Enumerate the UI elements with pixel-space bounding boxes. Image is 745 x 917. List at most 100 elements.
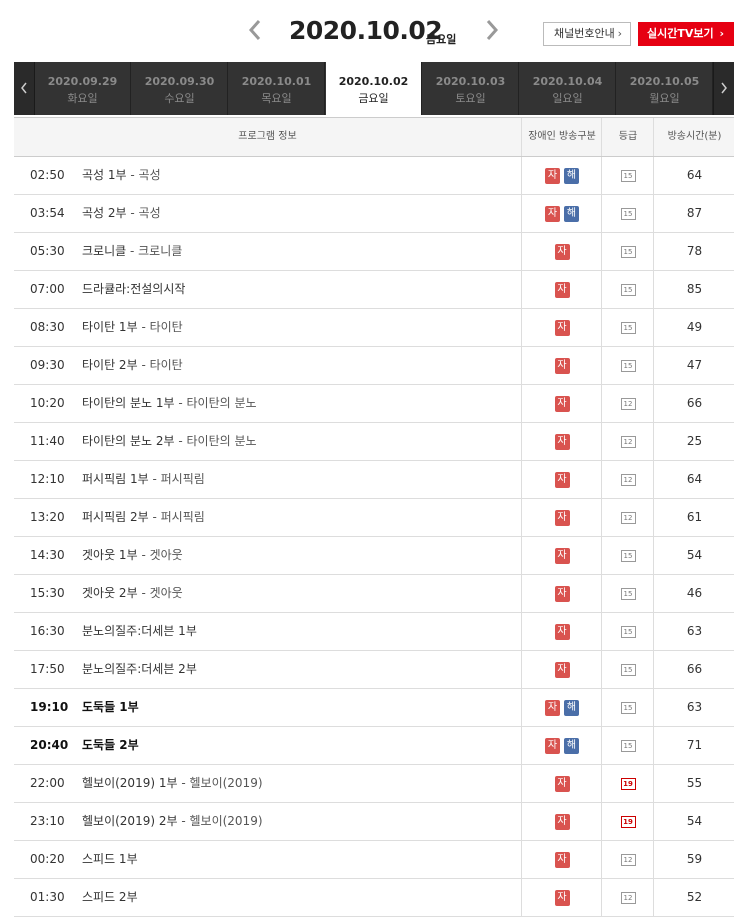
program-time: 05:30 [30,244,65,258]
date-tab[interactable]: 2020.10.04 일요일 [520,62,616,115]
title-separator: - [174,434,187,448]
schedule-table: 프로그램 정보 장애인 방송구분 등급 방송시간(분) 02:50 곡성 1부 -… [14,117,734,917]
program-title-cell[interactable]: 스피드 1부 [82,841,138,878]
program-duration: 85 [653,271,735,308]
program-title-cell[interactable]: 곡성 1부 - 곡성 [82,157,161,194]
table-row[interactable]: 13:20 퍼시픽림 2부 - 퍼시픽림 자 12 61 [14,499,734,537]
program-title-cell[interactable]: 겟아웃 2부 - 겟아웃 [82,575,183,612]
program-title-cell[interactable]: 분노의질주:더세븐 1부 [82,613,197,650]
next-day-arrow-icon[interactable] [484,18,508,48]
program-title: 헬보이(2019) 2부 [82,814,178,828]
current-date: 2020.10.02 [289,16,443,45]
date-tab[interactable]: 2020.10.05 월요일 [617,62,713,115]
table-row[interactable]: 09:30 타이탄 2부 - 타이탄 자 15 47 [14,347,734,385]
grade-cell: 19 [601,765,654,802]
program-title-cell[interactable]: 드라큘라:전설의시작 [82,271,185,308]
age-rating-icon: 15 [620,549,636,562]
program-title-cell[interactable]: 타이탄 1부 - 타이탄 [82,309,183,346]
channel-number-guide-button[interactable]: 채널번호안내 › [543,22,631,46]
program-subtitle: 타이탄의 분노 [186,396,257,410]
commentary-badge: 해 [564,737,579,754]
table-row[interactable]: 07:00 드라큘라:전설의시작 자 15 85 [14,271,734,309]
subtitle-badge: 자 [554,623,570,640]
date-tab-date: 2020.10.03 [435,75,506,88]
date-tab[interactable]: 2020.09.30 수요일 [132,62,228,115]
date-tab[interactable]: 2020.09.29 화요일 [35,62,131,115]
table-row[interactable]: 22:00 헬보이(2019) 1부 - 헬보이(2019) 자 19 55 [14,765,734,803]
program-subtitle: 퍼시픽림 [160,472,205,486]
subtitle-badge: 자 [545,167,560,184]
age-rating-icon: 15 [620,359,636,372]
program-title-cell[interactable]: 타이탄의 분노 1부 - 타이탄의 분노 [82,385,257,422]
table-row[interactable]: 03:54 곡성 2부 - 곡성 자 해 15 87 [14,195,734,233]
header-duration: 방송시간(분) [653,118,735,156]
accessibility-cell: 자 [521,423,602,460]
program-duration: 49 [653,309,735,346]
grade-cell: 12 [601,461,654,498]
table-row[interactable]: 12:10 퍼시픽림 1부 - 퍼시픽림 자 12 64 [14,461,734,499]
program-title-cell[interactable]: 도둑들 2부 [82,727,139,764]
program-duration: 25 [653,423,735,460]
table-row[interactable]: 02:50 곡성 1부 - 곡성 자 해 15 64 [14,157,734,195]
grade-cell: 15 [601,271,654,308]
table-row[interactable]: 08:30 타이탄 1부 - 타이탄 자 15 49 [14,309,734,347]
table-row[interactable]: 11:40 타이탄의 분노 2부 - 타이탄의 분노 자 12 25 [14,423,734,461]
program-time: 20:40 [30,738,69,752]
program-title: 스피드 1부 [82,852,138,866]
program-title-cell[interactable]: 곡성 2부 - 곡성 [82,195,161,232]
accessibility-cell: 자 [521,537,602,574]
program-title-cell[interactable]: 분노의질주:더세븐 2부 [82,651,197,688]
accessibility-cell: 자 [521,803,602,840]
program-title-cell[interactable]: 스피드 2부 [82,879,138,916]
chevron-right-icon: › [617,27,622,40]
program-time: 15:30 [30,586,65,600]
program-title-cell[interactable]: 타이탄의 분노 2부 - 타이탄의 분노 [82,423,257,460]
schedule-header: 2020.10.02 금요일 채널번호안내 › 실시간TV보기 › [0,0,745,62]
program-title-cell[interactable]: 헬보이(2019) 1부 - 헬보이(2019) [82,765,263,802]
program-title-cell[interactable]: 타이탄 2부 - 타이탄 [82,347,183,384]
table-row[interactable]: 19:10 도둑들 1부 자 해 15 63 [14,689,734,727]
program-title-cell[interactable]: 퍼시픽림 1부 - 퍼시픽림 [82,461,205,498]
title-separator: - [148,510,161,524]
date-tab[interactable]: 2020.10.02 금요일 [326,62,422,115]
program-title-cell[interactable]: 겟아웃 1부 - 겟아웃 [82,537,183,574]
program-subtitle: 타이탄 [149,320,183,334]
table-row[interactable]: 01:30 스피드 2부 자 12 52 [14,879,734,917]
age-rating-icon: 12 [620,397,636,410]
program-time: 22:00 [30,776,65,790]
date-strip-prev-icon[interactable] [14,62,35,115]
program-title: 크로니클 [82,244,127,258]
program-title-cell[interactable]: 헬보이(2019) 2부 - 헬보이(2019) [82,803,263,840]
date-strip-next-icon[interactable] [713,62,734,115]
program-title: 겟아웃 2부 [82,586,138,600]
title-separator: - [126,168,139,182]
date-tab[interactable]: 2020.10.01 목요일 [229,62,325,115]
table-row[interactable]: 05:30 크로니클 - 크로니클 자 15 78 [14,233,734,271]
program-title-cell[interactable]: 도둑들 1부 [82,689,139,726]
table-row[interactable]: 10:20 타이탄의 분노 1부 - 타이탄의 분노 자 12 66 [14,385,734,423]
date-tab[interactable]: 2020.10.03 토요일 [423,62,519,115]
table-row[interactable]: 23:10 헬보이(2019) 2부 - 헬보이(2019) 자 19 54 [14,803,734,841]
table-row[interactable]: 17:50 분노의질주:더세븐 2부 자 15 66 [14,651,734,689]
age-rating-icon: 19 [620,777,636,790]
program-subtitle: 곡성 [138,206,161,220]
program-duration: 64 [653,461,735,498]
subtitle-badge: 자 [554,243,570,260]
date-tab-date: 2020.10.04 [532,75,603,88]
program-time: 00:20 [30,852,65,866]
program-subtitle: 곡성 [138,168,161,182]
table-row[interactable]: 20:40 도둑들 2부 자 해 15 71 [14,727,734,765]
table-row[interactable]: 15:30 겟아웃 2부 - 겟아웃 자 15 46 [14,575,734,613]
table-row[interactable]: 00:20 스피드 1부 자 12 59 [14,841,734,879]
table-row[interactable]: 14:30 겟아웃 1부 - 겟아웃 자 15 54 [14,537,734,575]
prev-day-arrow-icon[interactable] [247,18,271,48]
program-time: 02:50 [30,168,65,182]
program-title: 타이탄 2부 [82,358,138,372]
table-row[interactable]: 16:30 분노의질주:더세븐 1부 자 15 63 [14,613,734,651]
program-subtitle: 겟아웃 [149,586,183,600]
program-title-cell[interactable]: 퍼시픽림 2부 - 퍼시픽림 [82,499,205,536]
live-tv-button[interactable]: 실시간TV보기 › [638,22,734,46]
grade-cell: 12 [601,499,654,536]
commentary-badge: 해 [564,699,579,716]
program-title-cell[interactable]: 크로니클 - 크로니클 [82,233,182,270]
